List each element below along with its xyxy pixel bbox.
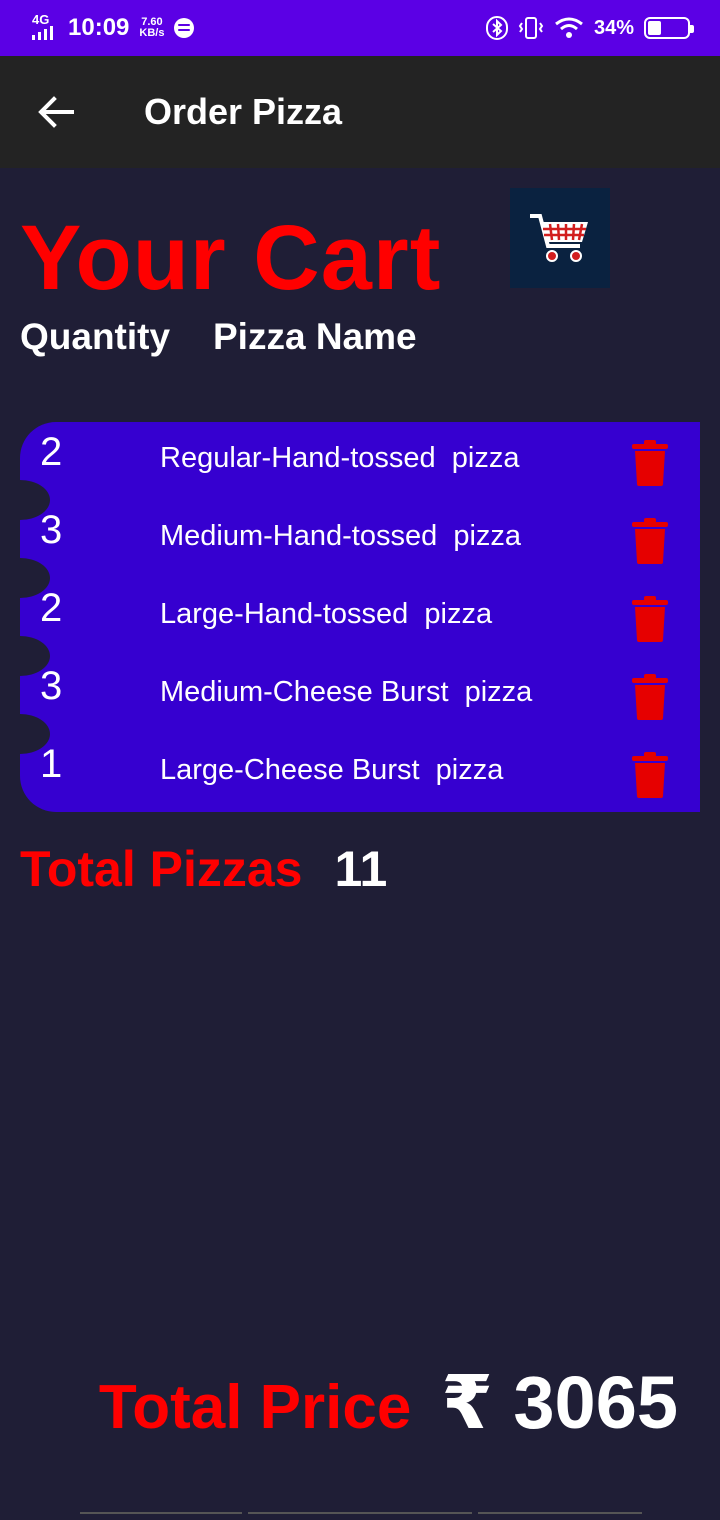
spotify-icon [174,18,195,38]
total-price-value: ₹ 3065 [441,1361,678,1444]
item-name: Large-Hand-tossed pizza [160,598,493,630]
list-item: 3 Medium-Hand-tossed pizza [20,480,700,578]
bottom-edge [80,1512,642,1520]
item-quantity: 2 [40,586,63,630]
delete-icon[interactable] [632,596,668,642]
pizza-name-header: Pizza Name [213,316,417,357]
network-speed: 7.60 KB/s [139,17,164,39]
list-item: 2 Regular-Hand-tossed pizza [20,422,700,500]
item-quantity: 2 [40,430,63,474]
column-headers: Quantity Pizza Name [20,316,417,358]
list-item: 2 Large-Hand-tossed pizza [20,558,700,656]
back-button[interactable] [26,82,86,142]
wifi-icon [555,17,583,38]
item-name: Medium-Hand-tossed pizza [160,520,522,552]
total-pizzas: Total Pizzas 11 [20,840,387,898]
total-price-label: Total Price [98,1373,412,1442]
battery-percent: 34% [593,16,634,39]
shopping-cart-icon [530,214,588,262]
battery-icon [644,17,694,39]
total-price: Total Price ₹ 3065 [99,1360,678,1446]
clock: 10:09 [68,14,130,41]
network-type: 4G [32,12,50,27]
total-pizzas-value: 11 [334,841,388,897]
delete-icon[interactable] [632,752,668,798]
item-name: Large-Cheese Burst pizza [160,754,504,786]
item-quantity: 3 [40,664,63,708]
cart-button[interactable] [510,188,610,288]
total-pizzas-label: Total Pizzas [20,841,303,897]
item-name: Regular-Hand-tossed pizza [160,442,520,474]
cart-title: Your Cart [20,207,442,309]
app-bar: Order Pizza [0,56,720,168]
cart-list: 2 Regular-Hand-tossed pizza 3 Medium-Han… [20,422,700,812]
back-arrow-icon [38,96,74,128]
list-item: 1 Large-Cheese Burst pizza [20,714,700,812]
item-quantity: 3 [40,508,63,552]
vibrate-icon [518,17,544,39]
speed-unit: KB/s [139,27,165,39]
quantity-header: Quantity [20,316,171,357]
page-title: Order Pizza [144,91,343,132]
status-bar: 4G 10:09 7.60 KB/s 34% [0,0,720,56]
bluetooth-icon [485,16,508,40]
network-signal-icon: 4G [30,12,58,42]
delete-icon[interactable] [632,518,668,564]
delete-icon[interactable] [632,674,668,720]
item-name: Medium-Cheese Burst pizza [160,676,533,708]
item-quantity: 1 [40,742,63,786]
list-item: 3 Medium-Cheese Burst pizza [20,636,700,734]
delete-icon[interactable] [632,440,668,486]
